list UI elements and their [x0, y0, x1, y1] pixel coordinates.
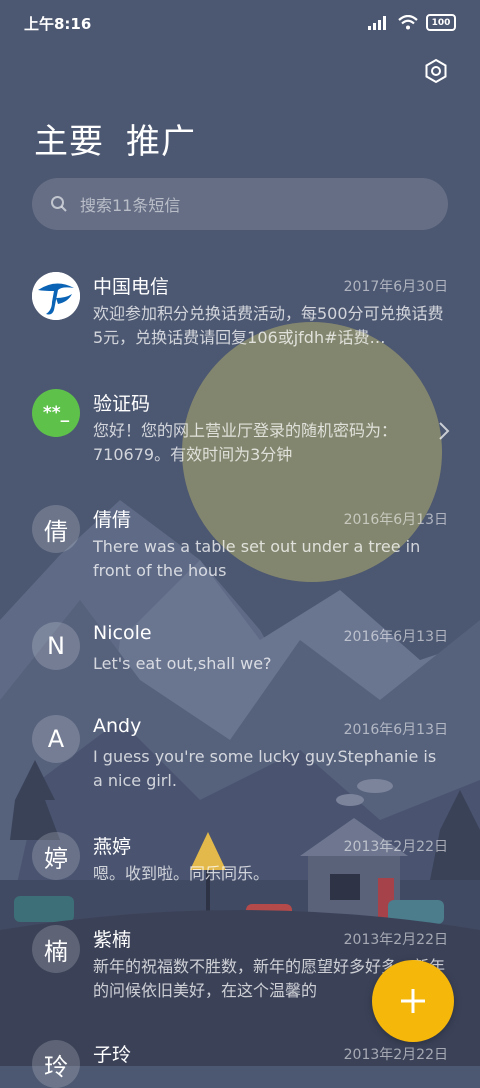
tab-promotions[interactable]: 推广 [126, 114, 196, 163]
avatar-text: **_ [42, 403, 70, 423]
search-bar[interactable]: 搜索11条短信 [32, 178, 448, 230]
message-preview: There was a table set out under a tree i… [93, 537, 421, 580]
contact-name: 紫楠 [93, 929, 132, 951]
avatar: 楠 [32, 925, 80, 973]
avatar-text: 玲 [44, 1052, 68, 1081]
settings-gear-icon[interactable] [422, 57, 450, 85]
message-date: 2013年2月22日 [343, 932, 448, 948]
avatar-text: 楠 [44, 937, 68, 966]
avatar-text: N [47, 632, 65, 660]
contact-name: 中国电信 [93, 276, 170, 298]
tab-main[interactable]: 主要 [34, 114, 104, 163]
message-date: 2016年6月13日 [343, 512, 448, 528]
contact-name: Andy [93, 715, 142, 737]
avatar: 婷 [32, 832, 80, 880]
search-icon [51, 196, 67, 212]
status-bar: 上午8:16 100 [0, 0, 480, 46]
tab-bar: 主要 推广 [34, 114, 196, 163]
contact-name: 验证码 [93, 393, 151, 415]
signal-icon [368, 15, 386, 30]
battery-indicator: 100 [426, 14, 456, 31]
wifi-icon [398, 15, 418, 30]
avatar-china-telecom [32, 272, 80, 320]
message-preview: 嗯。收到啦。同乐同乐。 [93, 864, 270, 883]
status-icons: 100 [368, 14, 456, 31]
message-date: 2013年2月22日 [343, 839, 448, 855]
plus-icon [401, 989, 425, 1013]
avatar-verification-code: **_ [32, 389, 80, 437]
message-preview: 您好！您的网上营业厅登录的随机密码为：710679。有效时间为3分钟 [93, 421, 398, 464]
contact-name: Nicole [93, 622, 152, 644]
message-preview: Let's eat out,shall we? [93, 654, 272, 673]
avatar: 倩 [32, 505, 80, 553]
message-preview: I guess you're some lucky guy.Stephanie … [93, 747, 437, 790]
contact-name: 燕婷 [93, 836, 132, 858]
contact-name: 倩倩 [93, 509, 132, 531]
status-time: 上午8:16 [24, 15, 92, 33]
contact-name: 子玲 [93, 1044, 132, 1066]
message-date: 2017年6月30日 [343, 279, 448, 295]
avatar: 玲 [32, 1040, 80, 1088]
avatar-text: 婷 [44, 844, 68, 873]
message-preview: 欢迎参加积分兑换话费活动，每500分可兑换话费5元，兑换话费请回复106或jfd… [93, 304, 444, 347]
china-telecom-logo-icon [32, 272, 80, 320]
chevron-right-icon[interactable] [438, 421, 450, 441]
avatar-text: A [47, 725, 65, 753]
avatar-text: 倩 [44, 517, 68, 546]
avatar: A [32, 715, 80, 763]
message-date: 2013年2月22日 [343, 1047, 448, 1063]
new-message-button[interactable] [372, 960, 454, 1042]
avatar: N [32, 622, 80, 670]
message-date: 2016年6月13日 [343, 722, 448, 738]
search-placeholder: 搜索11条短信 [80, 196, 181, 215]
message-date: 2016年6月13日 [343, 629, 448, 645]
